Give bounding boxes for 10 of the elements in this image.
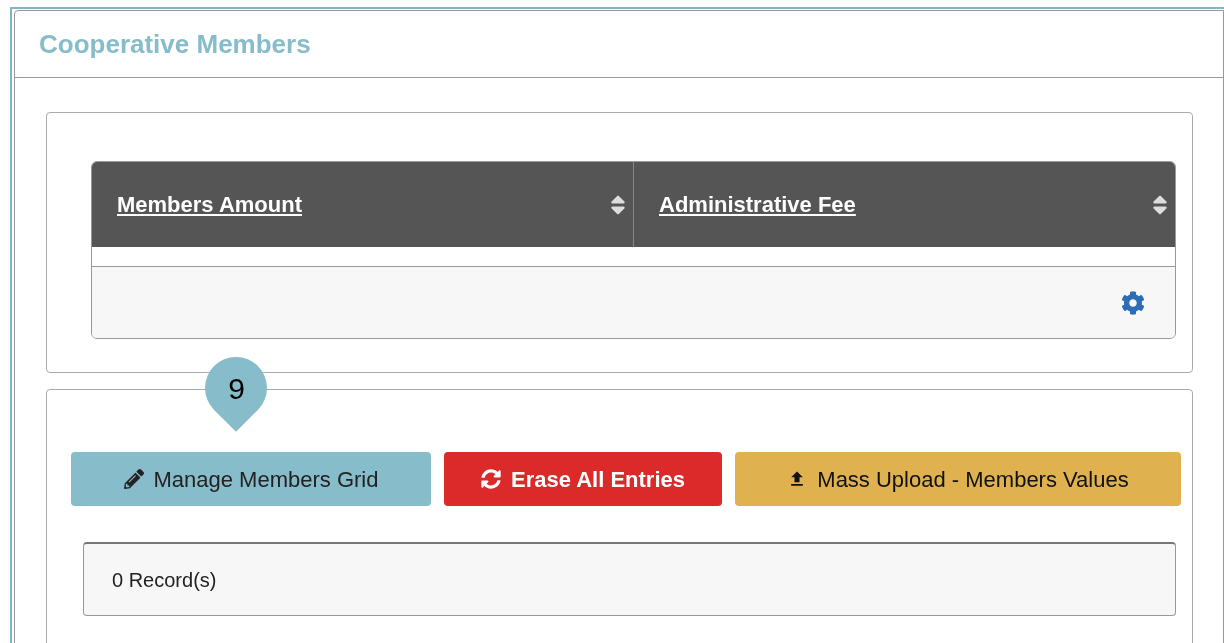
record-count: 0 Record(s)	[112, 567, 217, 593]
settings-icon[interactable]	[1121, 290, 1145, 315]
action-button[interactable]: Manage Members Grid	[71, 452, 431, 506]
panel-title: Cooperative Members	[39, 27, 311, 61]
pencil-icon	[123, 469, 144, 489]
column-header[interactable]: Members Amount	[117, 188, 302, 221]
action-button[interactable]: Mass Upload - Members Values	[735, 452, 1181, 506]
column-header[interactable]: Administrative Fee	[659, 188, 856, 221]
refresh-icon	[480, 469, 501, 489]
action-button[interactable]: Erase All Entries	[444, 452, 722, 506]
